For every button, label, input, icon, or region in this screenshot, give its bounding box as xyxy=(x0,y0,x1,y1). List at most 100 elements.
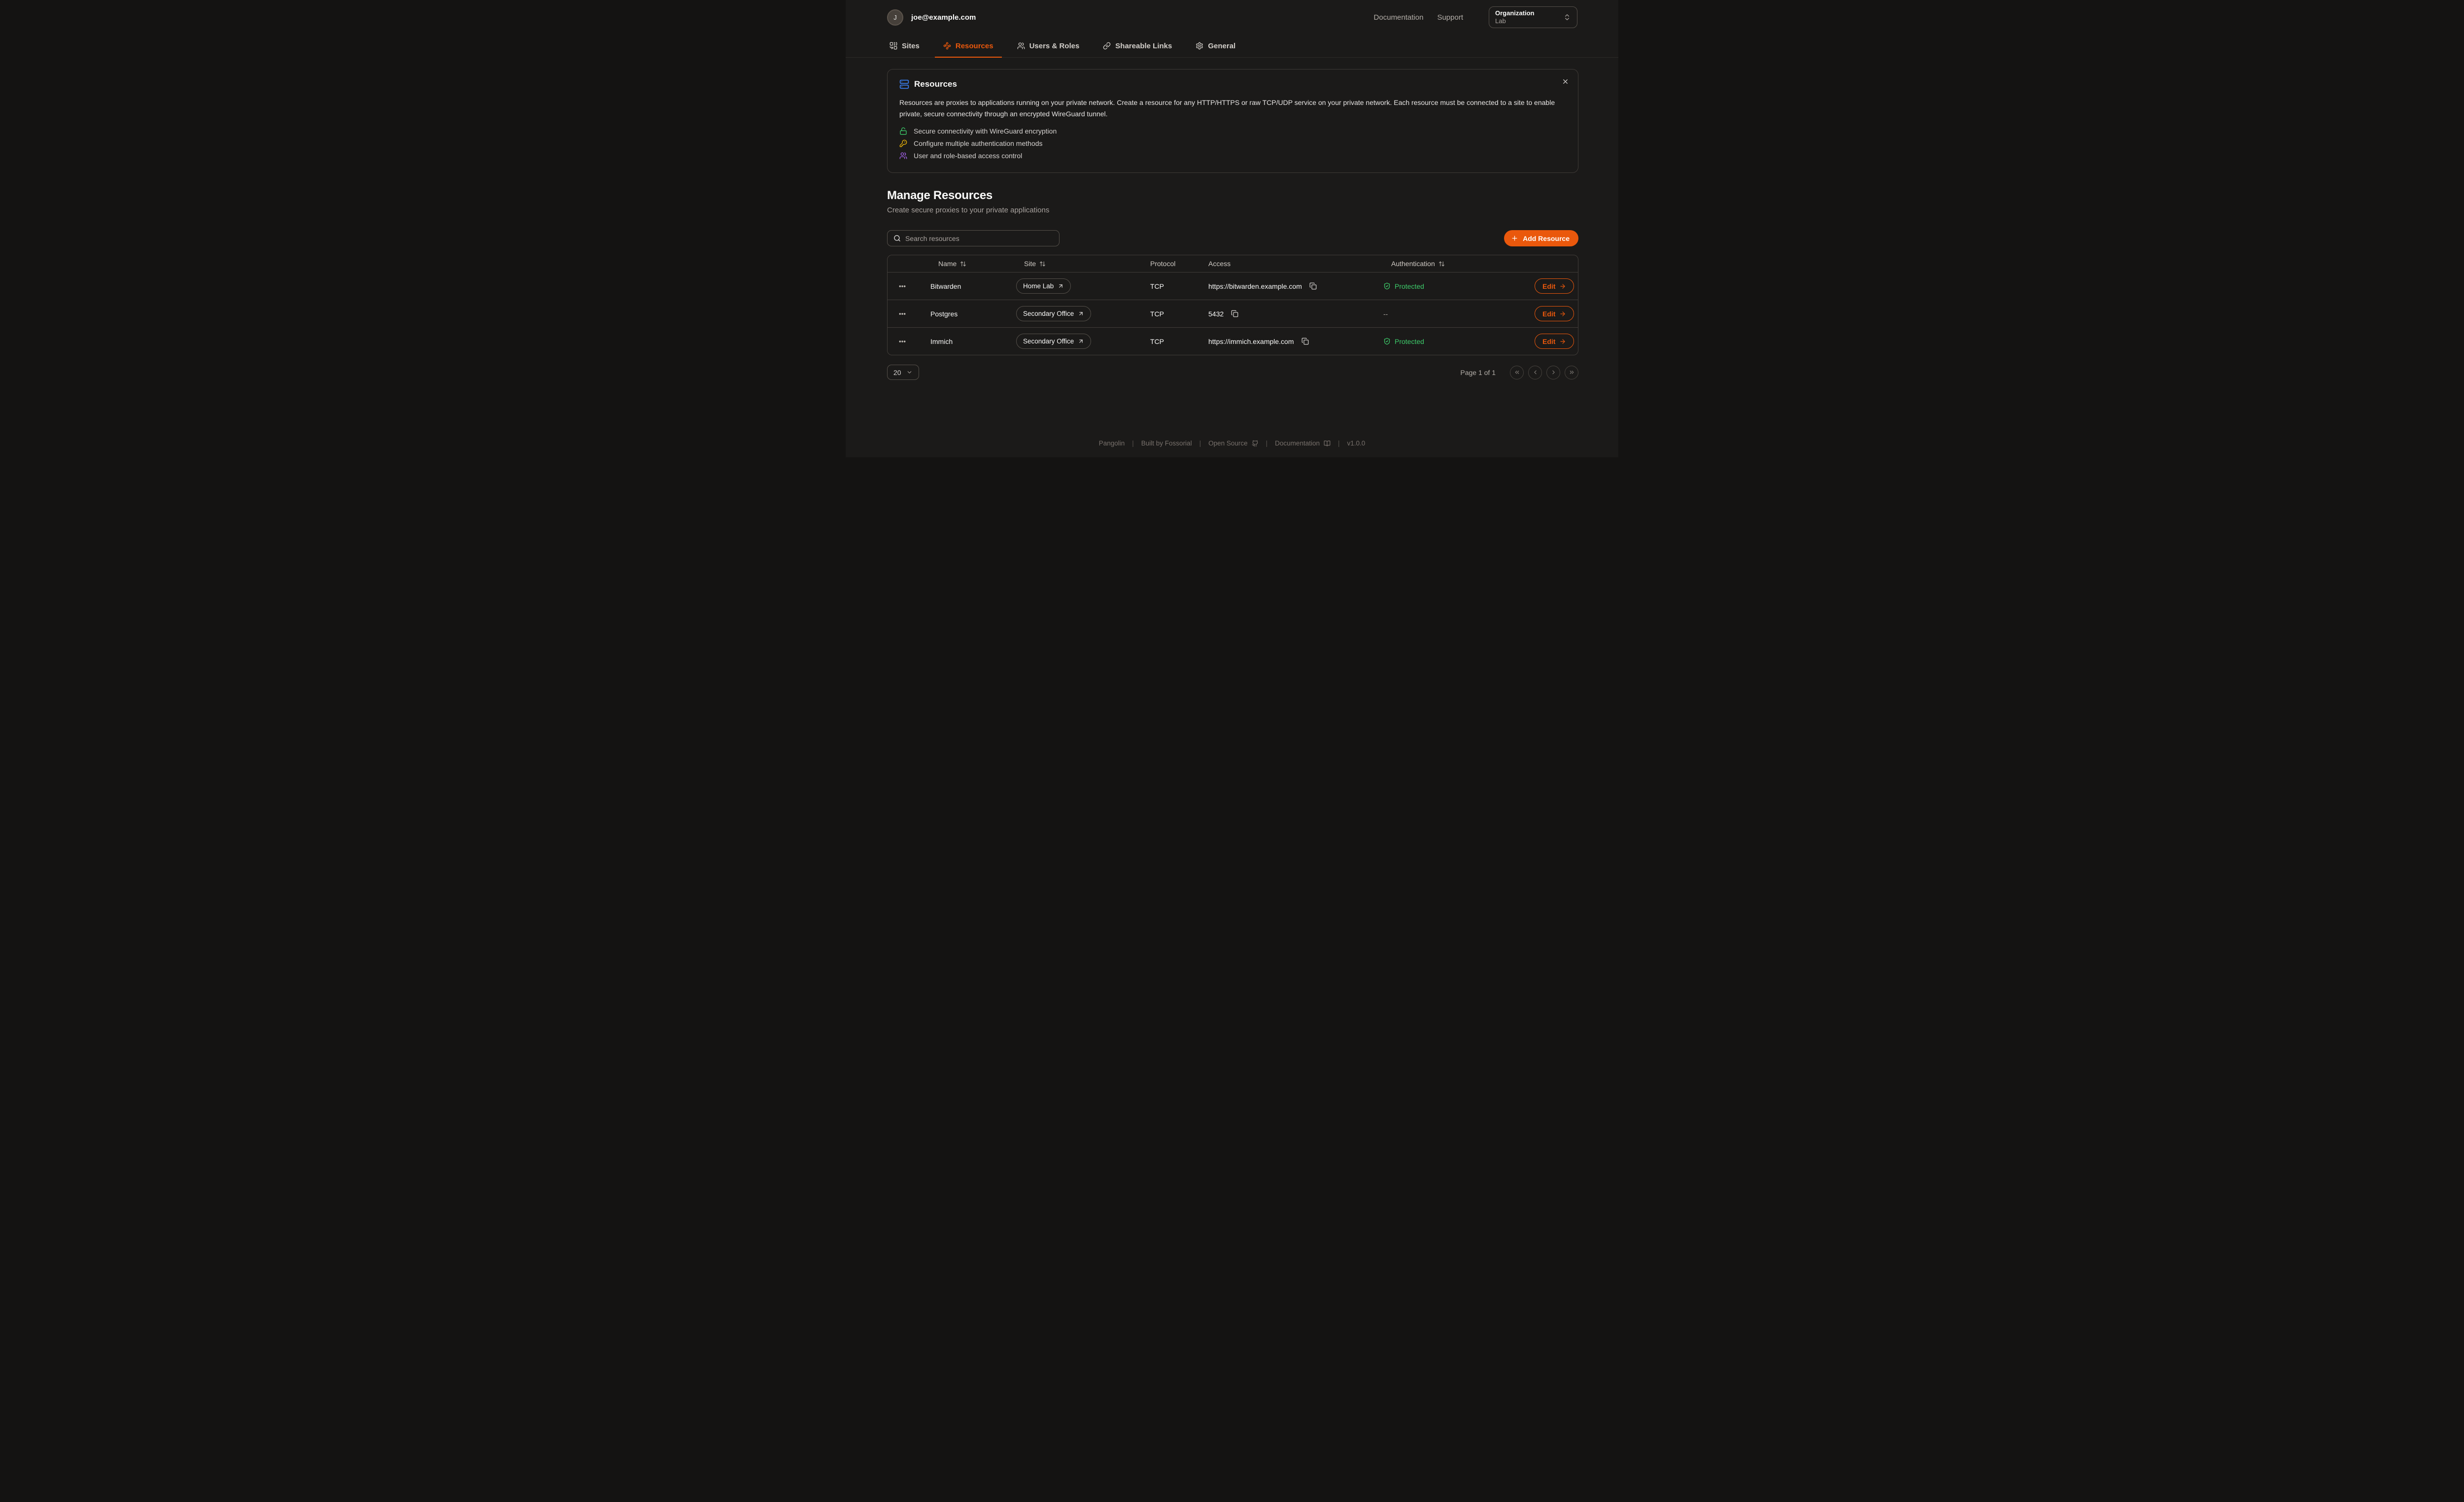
copy-button[interactable] xyxy=(1231,310,1238,317)
copy-button[interactable] xyxy=(1309,282,1317,290)
chevron-right-icon xyxy=(1550,369,1557,376)
first-page-button[interactable] xyxy=(1510,366,1524,379)
ellipsis-icon xyxy=(898,338,906,345)
tab-sites[interactable]: Sites xyxy=(881,34,928,57)
row-menu-button[interactable] xyxy=(896,336,908,347)
tab-resources-label: Resources xyxy=(956,42,993,50)
avatar: J xyxy=(887,9,903,26)
footer-open-source-link[interactable]: Open Source xyxy=(1208,440,1259,447)
resource-access-url: https://immich.example.com xyxy=(1208,338,1294,345)
footer-documentation-link[interactable]: Documentation xyxy=(1275,440,1331,447)
feature-label: Secure connectivity with WireGuard encry… xyxy=(914,127,1057,135)
edit-button[interactable]: Edit xyxy=(1535,278,1574,294)
chevron-down-icon xyxy=(906,369,913,376)
resource-access-port: 5432 xyxy=(1208,310,1224,318)
org-selector-label: Organization xyxy=(1495,9,1559,17)
next-page-button[interactable] xyxy=(1546,366,1560,379)
github-icon xyxy=(1252,440,1259,447)
page-status: Page 1 of 1 xyxy=(1460,369,1496,376)
last-page-button[interactable] xyxy=(1565,366,1578,379)
search-input[interactable] xyxy=(905,235,1053,242)
lock-icon xyxy=(899,127,907,135)
page-size-value: 20 xyxy=(893,369,901,376)
user-chip[interactable]: J joe@example.com xyxy=(887,9,976,26)
footer-separator: | xyxy=(1132,440,1134,447)
edit-label: Edit xyxy=(1542,310,1555,318)
table-row: Bitwarden Home Lab TCP https://bitwarden… xyxy=(888,272,1578,300)
users-icon xyxy=(899,152,907,160)
site-link-button[interactable]: Home Lab xyxy=(1016,278,1071,294)
resources-icon xyxy=(943,42,951,50)
row-menu-button[interactable] xyxy=(896,280,908,292)
site-name: Secondary Office xyxy=(1023,338,1074,345)
chevrons-up-down-icon xyxy=(1563,13,1571,21)
resource-protocol: TCP xyxy=(1150,282,1208,290)
page-size-select[interactable]: 20 xyxy=(887,365,919,380)
tab-shareable-links[interactable]: Shareable Links xyxy=(1095,34,1180,57)
org-selector[interactable]: Organization Lab xyxy=(1489,6,1577,28)
column-header-name[interactable]: Name xyxy=(930,260,1016,268)
feature-label: User and role-based access control xyxy=(914,152,1022,160)
tab-users-roles-label: Users & Roles xyxy=(1029,42,1080,50)
row-menu-button[interactable] xyxy=(896,308,908,320)
plus-icon xyxy=(1511,235,1518,242)
table-header-row: Name Site Protocol Access Authentication xyxy=(888,255,1578,272)
shield-check-icon xyxy=(1383,282,1391,290)
chevron-left-icon xyxy=(1532,369,1539,376)
tab-resources[interactable]: Resources xyxy=(935,34,1002,57)
feature-label: Configure multiple authentication method… xyxy=(914,139,1043,147)
tab-users-roles[interactable]: Users & Roles xyxy=(1009,34,1088,57)
resource-protocol: TCP xyxy=(1150,338,1208,345)
sort-icon xyxy=(960,261,966,267)
arrow-right-icon xyxy=(1559,338,1566,345)
info-card-header: Resources xyxy=(899,79,1566,89)
auth-status-empty: -- xyxy=(1383,310,1388,318)
page-title: Manage Resources xyxy=(887,189,1578,203)
footer-separator: | xyxy=(1199,440,1201,447)
site-name: Secondary Office xyxy=(1023,310,1074,317)
arrow-up-right-icon xyxy=(1058,283,1064,289)
org-selector-text: Organization Lab xyxy=(1495,9,1559,26)
column-label-protocol: Protocol xyxy=(1150,260,1175,268)
tab-shareable-links-label: Shareable Links xyxy=(1115,42,1172,50)
link-icon xyxy=(1103,42,1111,50)
column-label-access: Access xyxy=(1208,260,1231,268)
resource-name: Bitwarden xyxy=(930,282,1016,290)
shield-check-icon xyxy=(1383,338,1391,345)
edit-button[interactable]: Edit xyxy=(1535,306,1574,321)
add-resource-button[interactable]: Add Resource xyxy=(1504,230,1578,246)
close-icon[interactable] xyxy=(1562,78,1569,85)
info-card-description: Resources are proxies to applications ru… xyxy=(899,97,1565,119)
footer-built-by: Built by Fossorial xyxy=(1141,440,1192,447)
column-header-authentication[interactable]: Authentication xyxy=(1383,260,1535,268)
footer-version: v1.0.0 xyxy=(1347,440,1366,447)
edit-button[interactable]: Edit xyxy=(1535,334,1574,349)
arrow-right-icon xyxy=(1559,310,1566,317)
nav-documentation-link[interactable]: Documentation xyxy=(1374,13,1424,22)
site-link-button[interactable]: Secondary Office xyxy=(1016,306,1091,321)
toolbar: Add Resource xyxy=(887,230,1578,246)
key-icon xyxy=(899,139,907,147)
ellipsis-icon xyxy=(898,310,906,318)
column-header-site[interactable]: Site xyxy=(1016,260,1150,268)
arrow-up-right-icon xyxy=(1078,310,1084,317)
tab-general[interactable]: General xyxy=(1187,34,1244,57)
copy-button[interactable] xyxy=(1301,338,1309,345)
pagination-controls: Page 1 of 1 xyxy=(1460,366,1578,379)
edit-label: Edit xyxy=(1542,282,1555,290)
feature-secure-connectivity: Secure connectivity with WireGuard encry… xyxy=(899,127,1566,135)
footer-separator: | xyxy=(1266,440,1268,447)
footer-documentation-label: Documentation xyxy=(1275,440,1320,447)
chevrons-left-icon xyxy=(1514,369,1520,376)
site-link-button[interactable]: Secondary Office xyxy=(1016,334,1091,349)
nav-support-link[interactable]: Support xyxy=(1437,13,1463,22)
resources-info-card: Resources Resources are proxies to appli… xyxy=(887,69,1578,173)
gear-icon xyxy=(1196,42,1203,50)
edit-label: Edit xyxy=(1542,338,1555,345)
page-content: Resources Resources are proxies to appli… xyxy=(887,69,1578,380)
column-label-authentication: Authentication xyxy=(1391,260,1435,268)
tab-sites-label: Sites xyxy=(902,42,920,50)
top-nav: Documentation Support Organization Lab xyxy=(1374,6,1577,28)
resource-name: Postgres xyxy=(930,310,1016,318)
previous-page-button[interactable] xyxy=(1528,366,1542,379)
